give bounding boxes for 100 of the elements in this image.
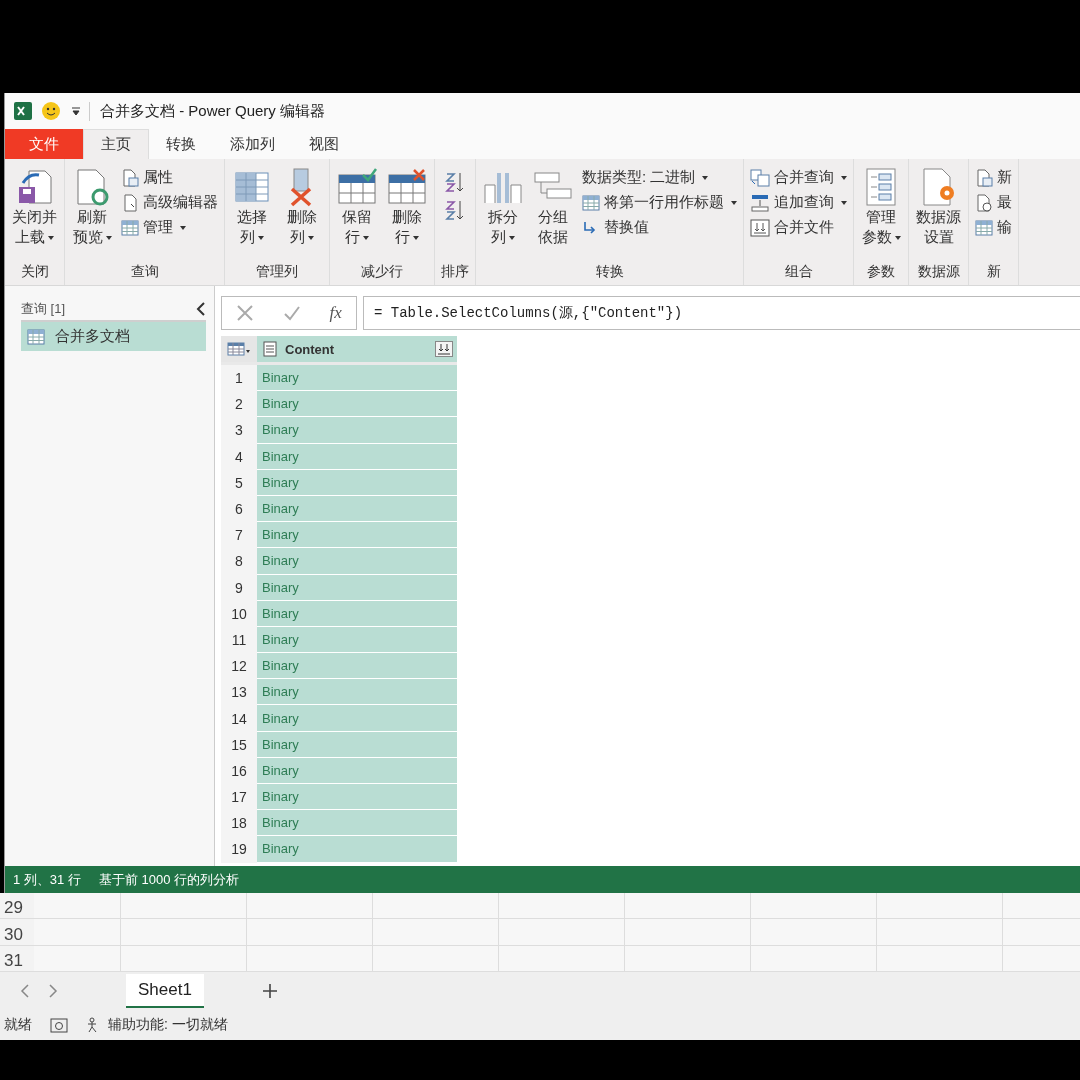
table-cell[interactable]: Binary: [257, 417, 457, 444]
ribbon-button[interactable]: 高级编辑器: [119, 192, 220, 213]
next-sheet-icon[interactable]: [48, 984, 58, 999]
ribbon-button[interactable]: 关闭并 上载: [9, 163, 60, 259]
group-label: 排序: [440, 262, 470, 281]
parameters-list-icon: [866, 168, 896, 206]
binary-type-icon: [263, 341, 277, 357]
ribbon-button[interactable]: 属性: [119, 167, 220, 188]
collapse-icon[interactable]: [196, 302, 206, 316]
table-cell[interactable]: Binary: [257, 836, 457, 863]
table-cell[interactable]: Binary: [257, 679, 457, 706]
row-number: 18: [221, 810, 257, 837]
ribbon-button[interactable]: 管理 参数: [858, 163, 904, 259]
table-cell[interactable]: Binary: [257, 469, 457, 496]
customize-toolbar-icon[interactable]: [71, 105, 81, 117]
function-button[interactable]: fx: [329, 303, 342, 323]
ribbon-button[interactable]: 合并文件: [748, 217, 849, 238]
ribbon-tab[interactable]: 转换: [149, 129, 213, 159]
ribbon-button[interactable]: 删除 行: [384, 163, 430, 259]
row-number: 30: [3, 923, 24, 945]
dropdown-caret-icon: [841, 200, 847, 205]
row-number: 12: [221, 653, 257, 680]
table-cell[interactable]: Binary: [257, 365, 457, 392]
queries-header: 查询 [1]: [21, 300, 66, 318]
sort-ascending-icon[interactable]: [445, 171, 465, 193]
dropdown-caret-icon: [894, 236, 901, 241]
ribbon-button[interactable]: 将第一行用作标题: [580, 192, 739, 213]
camera-icon[interactable]: [50, 1017, 68, 1034]
table-cell[interactable]: Binary: [257, 600, 457, 627]
dropdown-caret-icon: [308, 236, 314, 241]
spreadsheet-cells[interactable]: [34, 893, 1080, 919]
ribbon-button[interactable]: 保留 行: [334, 163, 380, 259]
ribbon-button[interactable]: 删除 列: [279, 163, 325, 259]
sort-descending-icon[interactable]: [445, 199, 465, 221]
table-cell[interactable]: Binary: [257, 810, 457, 837]
table-cell[interactable]: Binary: [257, 784, 457, 811]
query-item[interactable]: 合并多文档: [21, 322, 206, 351]
table-cell[interactable]: Binary: [257, 757, 457, 784]
table-cell[interactable]: Binary: [257, 443, 457, 470]
expand-icon[interactable]: [435, 341, 453, 357]
table-cell[interactable]: Binary: [257, 548, 457, 575]
dropdown-caret-icon: [363, 236, 369, 241]
spreadsheet-cells[interactable]: [34, 919, 1080, 945]
group-label: 转换: [594, 262, 625, 281]
dropdown-caret-icon: [105, 236, 112, 241]
spreadsheet-app-icon: [13, 101, 33, 121]
ribbon-button[interactable]: 拆分 列: [480, 163, 526, 259]
row-number: 4: [221, 443, 257, 470]
clock-document-icon: [975, 193, 993, 212]
ribbon-button[interactable]: 刷新 预览: [69, 163, 115, 259]
table-icon: [121, 219, 139, 236]
row-number: 1: [221, 365, 257, 392]
group-label: 查询: [129, 262, 160, 281]
ribbon-button[interactable]: 合并查询: [748, 167, 849, 188]
table-icon: [27, 328, 45, 345]
table-cell[interactable]: Binary: [257, 522, 457, 549]
cancel-icon[interactable]: [236, 304, 255, 322]
group-label: 关闭: [19, 262, 50, 281]
dropdown-caret-icon: [413, 236, 419, 241]
dropdown-caret-icon: [841, 175, 847, 180]
table-cell[interactable]: Binary: [257, 574, 457, 601]
smiley-icon[interactable]: [41, 101, 63, 121]
table-cell[interactable]: Binary: [257, 705, 457, 732]
formula-field[interactable]: = Table.SelectColumns(源,{"Content"}): [363, 296, 1080, 330]
row-number: 5: [221, 469, 257, 496]
spreadsheet-cells[interactable]: [34, 945, 1080, 971]
check-icon[interactable]: [282, 304, 301, 322]
ribbon-button[interactable]: 数据类型: 二进制: [580, 167, 739, 188]
document-icon: [121, 193, 139, 212]
table-menu-icon[interactable]: [227, 342, 251, 356]
ribbon-button[interactable]: 最: [973, 192, 1014, 213]
ribbon-button[interactable]: 选择 列: [229, 163, 275, 259]
combine-files-icon: [750, 218, 770, 237]
row-number: 7: [221, 522, 257, 549]
table-cell[interactable]: Binary: [257, 653, 457, 680]
row-number: 16: [221, 757, 257, 784]
table-cell[interactable]: Binary: [257, 626, 457, 654]
ribbon-button[interactable]: 输: [973, 217, 1014, 238]
add-sheet-icon[interactable]: [261, 983, 278, 1000]
status-text: 基于前 1000 行的列分析: [98, 870, 240, 889]
row-number: 9: [221, 574, 257, 601]
previous-sheet-icon[interactable]: [20, 984, 30, 999]
ribbon-tab[interactable]: 视图: [292, 129, 356, 159]
ribbon-tab[interactable]: 添加列: [213, 129, 292, 159]
merge-tables-icon: [750, 168, 770, 187]
ribbon-tab[interactable]: 文件: [5, 129, 83, 159]
document-icon: [121, 168, 139, 187]
ribbon-button[interactable]: 分组 依据: [530, 163, 576, 259]
ribbon-button[interactable]: 新: [973, 167, 1014, 188]
ribbon-button[interactable]: 追加查询: [748, 192, 849, 213]
keep-rows-icon: [338, 168, 377, 204]
ribbon-button[interactable]: 管理: [119, 217, 220, 238]
ribbon-tab[interactable]: 主页: [83, 129, 149, 159]
table-cell[interactable]: Binary: [257, 495, 457, 523]
table-cell[interactable]: Binary: [257, 391, 457, 418]
table-cell[interactable]: Binary: [257, 731, 457, 758]
ribbon-button[interactable]: 替换值: [580, 217, 739, 238]
group-by-icon: [534, 172, 572, 199]
sheet-tab[interactable]: Sheet1: [126, 974, 204, 1009]
ribbon-button[interactable]: 数据源 设置: [913, 163, 964, 259]
